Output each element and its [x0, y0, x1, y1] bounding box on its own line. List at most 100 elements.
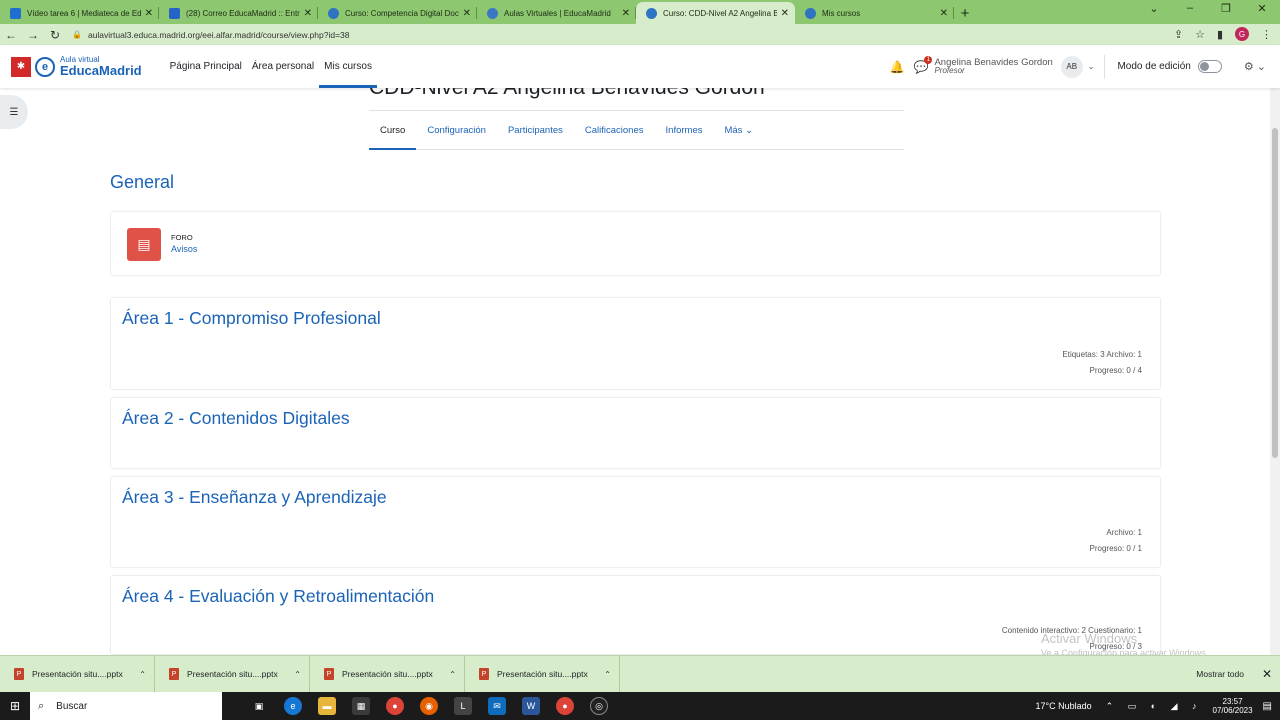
course-index-toggle[interactable]: ☰ [0, 95, 28, 129]
lock-icon: 🔒 [72, 30, 82, 39]
tab-more[interactable]: Más ⌄ [713, 111, 764, 149]
bookmark-star-icon[interactable]: ☆ [1195, 28, 1205, 41]
minimize-icon[interactable]: – [1180, 2, 1200, 15]
close-tab-icon[interactable]: ✕ [940, 8, 948, 19]
edit-mode-toggle[interactable] [1197, 60, 1222, 73]
section-activity-summary: Etiquetas: 3 Archivo: 1 [1062, 350, 1142, 359]
browser-toolbar: ← → ↻ 🔒 aulavirtual3.educa.madrid.org/ee… [0, 24, 1280, 45]
section-heading-general[interactable]: General [110, 172, 174, 193]
close-window-icon[interactable]: ✕ [1252, 2, 1272, 15]
logo-app-icon[interactable]: L [454, 697, 472, 715]
close-tab-icon[interactable]: ✕ [622, 8, 630, 19]
profile-avatar[interactable]: G [1235, 27, 1249, 41]
course-section: Área 3 - Enseñanza y Aprendizaje Archivo… [110, 476, 1161, 568]
chevron-up-icon[interactable]: ⌃ [604, 670, 611, 679]
windows-activation-watermark: Activar Windows [1041, 631, 1138, 646]
download-item[interactable]: P Presentación situ....pptx ⌃ [465, 655, 620, 693]
mail-icon[interactable]: ✉ [488, 697, 506, 715]
close-icon[interactable]: ✕ [1262, 667, 1272, 681]
windows-taskbar: ⊞ ⌕ Buscar ▣ e ▬ ▦ ● ◉ L ✉ W ● ◎ 17°C Nu… [0, 692, 1280, 720]
firefox-icon[interactable]: ◉ [420, 697, 438, 715]
forum-link[interactable]: Avisos [171, 244, 197, 254]
pptx-file-icon: P [169, 668, 179, 680]
window-controls: ⌄ – ❐ ✕ [1144, 2, 1272, 15]
accessibility-gear-icon[interactable]: ⚙ ⌄ [1244, 60, 1266, 73]
moodle-favicon-icon [328, 7, 339, 19]
avatar[interactable]: AB [1060, 55, 1083, 78]
educamadrid-logo[interactable]: ✱ e Aula virtual EducaMadrid [11, 56, 142, 77]
taskbar-search[interactable]: ⌕ Buscar [30, 692, 222, 720]
moodle-favicon-icon [646, 7, 657, 19]
system-tray: 17°C Nublado ⌃ ▭ ◐ ◢ ♪ 23:57 07/06/2023 … [1035, 692, 1280, 720]
tray-icons[interactable]: ⌃ ▭ ◐ ◢ ♪ [1106, 701, 1203, 712]
user-menu[interactable]: Angelina Benavides Gordon Profesor [934, 58, 1052, 76]
chevron-up-icon[interactable]: ⌃ [294, 670, 301, 679]
word-icon[interactable]: W [522, 697, 540, 715]
weather-widget[interactable]: 17°C Nublado [1035, 701, 1091, 711]
tab-search-icon[interactable]: ⌄ [1144, 2, 1164, 15]
side-panel-icon[interactable]: ▮ [1217, 28, 1223, 41]
section-activity-summary: Archivo: 1 [1106, 528, 1142, 537]
download-item[interactable]: P Presentación situ....pptx ⌃ [155, 655, 310, 693]
browser-tab-active[interactable]: Curso: CDD-Nivel A2 Angelina Be... ✕ [636, 2, 795, 24]
browser-tab[interactable]: Mis cursos ✕ [795, 2, 954, 24]
browser-tab[interactable]: Aulas Virtuales | EducaMadrid ✕ [477, 2, 636, 24]
download-item[interactable]: P Presentación situ....pptx ⌃ [310, 655, 465, 693]
notification-center-icon[interactable]: ▤ [1263, 701, 1272, 712]
browser-tab[interactable]: (28) Correo EducaMadrid :: Entra... ✕ [159, 2, 318, 24]
tab-settings[interactable]: Configuración [416, 111, 497, 149]
user-role: Profesor [934, 66, 965, 76]
section-progress: Progreso: 0 / 4 [1089, 366, 1142, 375]
page-scrollbar[interactable] [1270, 88, 1280, 655]
reload-icon[interactable]: ↻ [44, 28, 66, 42]
activity-type-label: FORO [171, 233, 193, 242]
address-bar[interactable]: 🔒 aulavirtual3.educa.madrid.org/eei.alfa… [72, 30, 1162, 40]
browser-tab[interactable]: Vídeo tarea 6 | Mediateca de Ed... ✕ [0, 2, 159, 24]
menu-dots-icon[interactable]: ⋮ [1261, 28, 1272, 41]
forward-icon[interactable]: → [22, 28, 44, 42]
screen-recorder-icon[interactable]: ◎ [590, 697, 608, 715]
close-tab-icon[interactable]: ✕ [463, 8, 471, 19]
close-tab-icon[interactable]: ✕ [781, 8, 789, 19]
clock-time: 23:57 [1222, 696, 1243, 706]
chrome-icon[interactable]: ● [386, 697, 404, 715]
scrollbar-thumb[interactable] [1272, 128, 1278, 458]
general-forum-card: ▤ FORO Avisos [110, 211, 1161, 276]
tab-reports[interactable]: Informes [655, 111, 714, 149]
windows-start-icon[interactable]: ⊞ [0, 699, 30, 713]
section-progress: Progreso: 0 / 1 [1089, 544, 1142, 553]
madrid-crest-icon: ✱ [11, 56, 31, 77]
nav-link-dashboard[interactable]: Área personal [247, 45, 319, 88]
tab-grades[interactable]: Calificaciones [574, 111, 655, 149]
edge-icon[interactable]: e [284, 697, 302, 715]
new-tab-icon[interactable]: + [954, 2, 976, 24]
section-title[interactable]: Área 4 - Evaluación y Retroalimentación [122, 586, 434, 607]
clock[interactable]: 23:57 07/06/2023 [1213, 697, 1253, 715]
close-tab-icon[interactable]: ✕ [304, 8, 312, 19]
restore-icon[interactable]: ❐ [1216, 2, 1236, 15]
show-all-downloads-link[interactable]: Mostrar todo [1196, 669, 1244, 679]
section-title[interactable]: Área 1 - Compromiso Profesional [122, 308, 381, 329]
messages-icon[interactable]: 💬 1 [914, 55, 933, 74]
nav-link-my-courses[interactable]: Mis cursos [319, 45, 377, 88]
section-title[interactable]: Área 2 - Contenidos Digitales [122, 408, 350, 429]
tab-participants[interactable]: Participantes [497, 111, 574, 149]
section-title[interactable]: Área 3 - Enseñanza y Aprendizaje [122, 487, 387, 508]
tab-course[interactable]: Curso [369, 111, 417, 150]
bell-icon[interactable]: 🔔 [890, 60, 905, 74]
nav-link-home[interactable]: Página Principal [165, 45, 247, 88]
back-icon[interactable]: ← [0, 28, 22, 42]
mediateca-favicon-icon [10, 7, 21, 19]
task-view-icon[interactable]: ▣ [250, 697, 268, 715]
chrome-active-icon[interactable]: ● [556, 697, 574, 715]
file-explorer-icon[interactable]: ▬ [318, 697, 336, 715]
close-tab-icon[interactable]: ✕ [145, 8, 153, 19]
chevron-up-icon[interactable]: ⌃ [449, 670, 456, 679]
chevron-up-icon[interactable]: ⌃ [139, 670, 146, 679]
share-icon[interactable]: ⇪ [1174, 28, 1183, 41]
chevron-down-icon[interactable]: ⌄ [1088, 62, 1095, 71]
download-item[interactable]: P Presentación situ....pptx ⌃ [0, 655, 155, 693]
store-icon[interactable]: ▦ [352, 697, 370, 715]
browser-tab[interactable]: Curso: Competencia Digital Doce... ✕ [318, 2, 477, 24]
browser-tab-strip: Vídeo tarea 6 | Mediateca de Ed... ✕ (28… [0, 0, 1280, 24]
